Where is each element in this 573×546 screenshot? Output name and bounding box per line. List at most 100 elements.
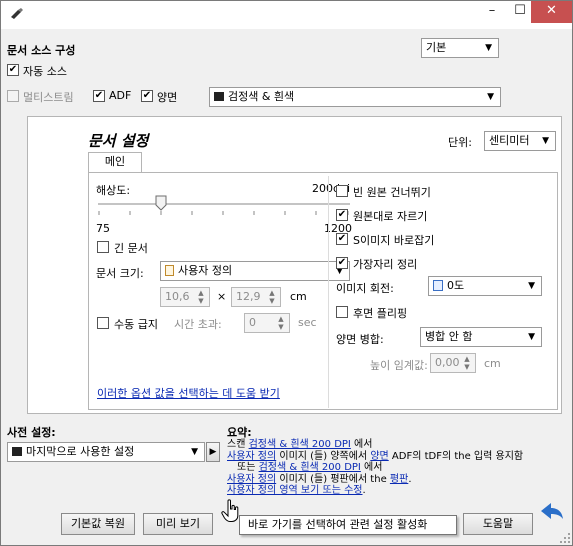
height-value: 12,9 bbox=[236, 290, 261, 303]
resize-grip-icon[interactable] bbox=[559, 532, 571, 544]
title-bar: – ☐ ✕ bbox=[1, 1, 572, 29]
source-config-title: 문서 소스 구성 bbox=[7, 44, 76, 57]
doc-size-value: 사용자 정의 bbox=[178, 264, 233, 277]
summary-text-part: 또는 bbox=[237, 462, 259, 473]
preview-button[interactable]: 미리 보기 bbox=[143, 513, 213, 535]
skip-blank-checkbox[interactable] bbox=[336, 185, 348, 197]
multistream-checkbox[interactable] bbox=[7, 90, 19, 102]
summary-line-5: 사용자 정의 영역 보기 또는 수정. bbox=[227, 485, 571, 497]
chevron-down-icon: ▼ bbox=[528, 281, 535, 291]
color-mode-icon bbox=[214, 92, 224, 101]
rotate-select[interactable]: 0도 ▼ bbox=[428, 276, 542, 296]
summary-link[interactable]: 사용자 정의 bbox=[227, 474, 276, 485]
merge-value: 병합 안 함 bbox=[425, 330, 473, 343]
chevron-down-icon: ▼ bbox=[487, 92, 494, 102]
maximize-button[interactable]: ☐ bbox=[506, 1, 534, 23]
summary-text-part: . bbox=[408, 473, 412, 485]
long-document-checkbox[interactable] bbox=[97, 241, 109, 253]
minimize-button[interactable]: – bbox=[478, 1, 506, 23]
document-settings-panel: 문서 설정 단위: 센티미터 ▼ 메인 해상도: 200dpi 75 1200 … bbox=[27, 116, 562, 414]
summary-text-part: 에서 bbox=[350, 439, 373, 450]
color-mode-select[interactable]: 검정색 & 흰색 ▼ bbox=[209, 87, 501, 107]
restore-defaults-button[interactable]: 기본값 복원 bbox=[61, 513, 135, 535]
duplex-label: 양면 bbox=[157, 91, 178, 104]
spin-arrows-icon[interactable]: ▲ ▼ bbox=[461, 355, 473, 371]
document-icon bbox=[165, 265, 174, 276]
slider-ticks bbox=[98, 211, 349, 215]
back-flip-label: 후면 플리핑 bbox=[353, 307, 408, 320]
multistream-label: 멀티스트림 bbox=[23, 91, 74, 104]
summary-label: 요약: bbox=[227, 426, 252, 439]
edge-cleanup-checkbox[interactable]: ✔ bbox=[336, 257, 348, 269]
help-button[interactable]: 도움말 bbox=[463, 513, 533, 535]
deskew-label: S이미지 바로잡기 bbox=[353, 234, 435, 247]
merge-label: 양면 병합: bbox=[336, 333, 384, 346]
adf-label: ADF bbox=[109, 89, 132, 102]
chevron-down-icon: ▼ bbox=[191, 447, 198, 457]
unit-select-value: 센티미터 bbox=[489, 134, 530, 147]
height-threshold-unit: cm bbox=[484, 357, 501, 370]
deskew-checkbox[interactable]: ✔ bbox=[336, 233, 348, 245]
timeout-unit: sec bbox=[298, 316, 317, 329]
preset-select[interactable]: 기본 ▼ bbox=[421, 38, 499, 58]
unit-label: 단위: bbox=[448, 136, 472, 149]
crop-original-checkbox[interactable]: ✔ bbox=[336, 209, 348, 221]
resolution-slider-thumb[interactable] bbox=[155, 195, 167, 211]
resolution-slider-track[interactable] bbox=[98, 203, 350, 205]
long-document-label: 긴 문서 bbox=[114, 242, 148, 255]
presets-label: 사전 설정: bbox=[7, 426, 56, 439]
manual-feed-label: 수동 급지 bbox=[114, 318, 158, 331]
timeout-value: 0 bbox=[249, 316, 256, 329]
adf-checkbox[interactable]: ✔ bbox=[93, 90, 105, 102]
rotate-value: 0도 bbox=[447, 279, 465, 292]
duplex-checkbox[interactable]: ✔ bbox=[141, 90, 153, 102]
edge-cleanup-label: 가장자리 정리 bbox=[353, 258, 418, 271]
height-stepper[interactable]: 12,9 ▲ ▼ bbox=[231, 287, 281, 307]
summary-link[interactable]: 사용자 정의 bbox=[227, 451, 276, 462]
undo-arrow-icon[interactable] bbox=[539, 501, 565, 523]
scanner-settings-window: – ☐ ✕ 문서 소스 구성 기본 ▼ ✔ 자동 소스 멀티스트림 ✔ ADF … bbox=[0, 0, 573, 546]
panel-title: 문서 설정 bbox=[88, 132, 149, 150]
help-options-link[interactable]: 이러한 옵션 값을 선택하는 데 도움 받기 bbox=[97, 385, 280, 401]
timeout-stepper[interactable]: 0 ▲ ▼ bbox=[244, 313, 290, 333]
preset-icon bbox=[12, 447, 22, 456]
spin-arrows-icon[interactable]: ▲ ▼ bbox=[195, 289, 207, 305]
resolution-label: 해상도: bbox=[96, 184, 131, 197]
spin-arrows-icon[interactable]: ▲ ▼ bbox=[266, 289, 278, 305]
column-divider bbox=[328, 176, 329, 408]
chevron-down-icon: ▼ bbox=[528, 332, 535, 342]
preset-config-select[interactable]: 마지막으로 사용한 설정 ▼ bbox=[7, 442, 205, 462]
summary-text-part: ADF의 tDF의 the 입력 용지함 bbox=[388, 450, 524, 462]
summary-link[interactable]: 검정색 & 흰색 200 DPI bbox=[259, 462, 361, 473]
size-unit: cm bbox=[290, 290, 307, 303]
back-flip-checkbox[interactable] bbox=[336, 306, 348, 318]
hand-cursor-icon bbox=[221, 499, 239, 522]
summary-text-part: 스캔 bbox=[227, 439, 249, 450]
height-threshold-stepper[interactable]: 0,00 ▲ ▼ bbox=[430, 353, 476, 373]
summary-line-2: 사용자 정의 이미지 (들) 양쪽에서 양면 ADF의 tDF의 the 입력 … bbox=[227, 451, 571, 463]
chevron-down-icon: ▼ bbox=[542, 136, 549, 146]
width-stepper[interactable]: 10,6 ▲ ▼ bbox=[160, 287, 210, 307]
slider-min-label: 75 bbox=[96, 222, 110, 235]
times-sign: × bbox=[217, 290, 227, 303]
summary-link[interactable]: 평판 bbox=[390, 474, 408, 485]
preset-menu-button[interactable]: ▶ bbox=[206, 442, 220, 462]
spin-arrows-icon[interactable]: ▲ ▼ bbox=[275, 315, 287, 331]
unit-select[interactable]: 센티미터 ▼ bbox=[484, 131, 556, 151]
tab-main[interactable]: 메인 bbox=[88, 152, 142, 172]
summary-link[interactable]: 사용자 정의 영역 보기 또는 수정 bbox=[227, 485, 363, 496]
summary-link[interactable]: 양면 bbox=[370, 451, 388, 462]
doc-size-select[interactable]: 사용자 정의 ▼ bbox=[160, 261, 350, 281]
color-mode-value: 검정색 & 흰색 bbox=[228, 90, 295, 103]
height-threshold-value: 0,00 bbox=[435, 356, 460, 369]
summary-text-part: 에서 bbox=[360, 462, 383, 473]
close-button[interactable]: ✕ bbox=[531, 1, 572, 23]
merge-select[interactable]: 병합 안 함 ▼ bbox=[420, 327, 542, 347]
auto-source-label: 자동 소스 bbox=[23, 65, 67, 78]
skip-blank-label: 빈 원본 건너뛰기 bbox=[353, 186, 431, 199]
summary-text: 스캔 검정색 & 흰색 200 DPI 에서 사용자 정의 이미지 (들) 양쪽… bbox=[227, 439, 571, 497]
summary-link[interactable]: 검정색 & 흰색 200 DPI bbox=[249, 439, 351, 450]
summary-text-part: 이미지 (들) 평판에서 the bbox=[276, 473, 390, 485]
auto-source-checkbox[interactable]: ✔ bbox=[7, 64, 19, 76]
manual-feed-checkbox[interactable] bbox=[97, 317, 109, 329]
